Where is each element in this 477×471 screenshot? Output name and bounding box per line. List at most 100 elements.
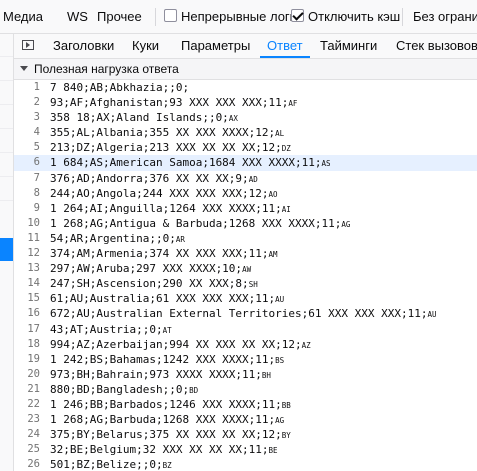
line-country-code: SH bbox=[248, 280, 258, 290]
line-number: 7 bbox=[33, 171, 40, 184]
tab-headers[interactable]: Заголовки bbox=[53, 34, 114, 58]
line-country-code: BZ bbox=[162, 461, 172, 471]
request-row-divider bbox=[0, 128, 13, 129]
request-row-divider bbox=[0, 56, 13, 57]
line-number: 24 bbox=[27, 428, 40, 441]
line-country-code: AM bbox=[268, 250, 278, 260]
toolbar-divider bbox=[155, 8, 156, 26]
line-number: 14 bbox=[27, 277, 40, 290]
line-number: 15 bbox=[27, 292, 40, 305]
line-content: 213;DZ;Algeria;213 XXX XX XX XX;12; bbox=[50, 141, 282, 155]
line-content: 501;BZ;Belize;;0; bbox=[50, 458, 163, 471]
line-content: 374;AM;Armenia;374 XX XXX XXX;11; bbox=[50, 247, 269, 261]
response-code-viewer[interactable]: 1 7 840;AB;Abkhazia;;0; 2 93;AF;Afghanistan… bbox=[14, 80, 477, 471]
line-text: 501;BZ;Belize;;0;BZ bbox=[50, 457, 172, 471]
line-text: 93;AF;Afghanistan;93 XXX XXX XXX;11;AF bbox=[50, 95, 297, 111]
line-content: 355;AL;Albania;355 XX XXX XXXX;12; bbox=[50, 126, 276, 140]
line-number: 2 bbox=[33, 96, 40, 109]
line-text: 297;AW;Aruba;297 XXX XXXX;10;AW bbox=[50, 261, 251, 277]
line-country-code: AO bbox=[268, 189, 278, 199]
line-country-code: BS bbox=[275, 355, 285, 365]
filter-other-button[interactable]: Прочее bbox=[97, 0, 142, 33]
line-country-code: BH bbox=[261, 370, 271, 380]
code-line: 20 973;BH;Bahrain;973 XXXX XXXX;11;BH bbox=[14, 367, 477, 382]
code-line: 23 1 268;AG;Barbuda;1268 XXX XXXX;11;AG bbox=[14, 412, 477, 427]
code-line: 3 358 18;AX;Aland Islands;;0;AX bbox=[14, 110, 477, 125]
code-line: 15 61;AU;Australia;61 XXX XXX XXX;11;AU bbox=[14, 291, 477, 306]
toggle-panel-icon[interactable] bbox=[22, 40, 34, 50]
line-content: 43;AT;Austria;;0; bbox=[50, 322, 163, 336]
line-country-code: AG bbox=[341, 219, 351, 229]
line-number: 23 bbox=[27, 413, 40, 426]
line-number: 19 bbox=[27, 352, 40, 365]
filter-media-button[interactable]: Медиа bbox=[3, 0, 43, 33]
code-line: 9 1 264;AI;Anguilla;1264 XXX XXXX;11;AI bbox=[14, 201, 477, 216]
line-text: 61;AU;Australia;61 XXX XXX XXX;11;AU bbox=[50, 291, 284, 307]
line-number: 26 bbox=[27, 458, 40, 471]
disable-cache-checkbox[interactable] bbox=[291, 9, 304, 22]
line-number: 11 bbox=[27, 231, 40, 244]
tab-params[interactable]: Параметры bbox=[181, 34, 250, 58]
tab-response[interactable]: Ответ bbox=[267, 34, 303, 58]
code-line: 5 213;DZ;Algeria;213 XXX XX XX XX;12;DZ bbox=[14, 140, 477, 155]
line-content: 1 684;AS;American Samoa;1684 XXX XXXX;11… bbox=[50, 156, 322, 170]
line-country-code: AF bbox=[288, 99, 298, 109]
code-line: 8 244;AO;Angola;244 XXX XXX XXX;12;AO bbox=[14, 186, 477, 201]
selected-request-row[interactable] bbox=[0, 238, 13, 261]
line-text: 43;AT;Austria;;0;AT bbox=[50, 322, 172, 338]
code-line: 24 375;BY;Belarus;375 XX XXX XX XX;12;BY bbox=[14, 427, 477, 442]
tab-cookies[interactable]: Куки bbox=[132, 34, 159, 58]
line-country-code: AD bbox=[248, 174, 258, 184]
request-list-panel bbox=[0, 34, 14, 471]
line-text: 32;BE;Belgium;32 XXX XX XX XX;11;BE bbox=[50, 442, 278, 458]
line-content: 1 268;AG;Barbuda;1268 XXX XXXX;11; bbox=[50, 413, 276, 427]
code-line: 6 1 684;AS;American Samoa;1684 XXX XXXX;1… bbox=[14, 155, 477, 171]
line-text: 1 264;AI;Anguilla;1264 XXX XXXX;11;AI bbox=[50, 201, 291, 217]
line-country-code: AZ bbox=[301, 340, 311, 350]
code-line: 10 1 268;AG;Antigua & Barbuda;1268 XXX XX… bbox=[14, 216, 477, 231]
line-country-code: DZ bbox=[281, 144, 291, 154]
request-row-divider bbox=[0, 200, 13, 201]
line-country-code: AL bbox=[275, 129, 285, 139]
line-text: 375;BY;Belarus;375 XX XXX XX XX;12;BY bbox=[50, 427, 291, 443]
line-text: 1 242;BS;Bahamas;1242 XXX XXXX;11;BS bbox=[50, 352, 284, 368]
line-country-code: BB bbox=[281, 400, 291, 410]
line-text: 994;AZ;Azerbaijan;994 XX XXX XX XX;12;AZ bbox=[50, 337, 311, 353]
collapse-twisty-icon[interactable] bbox=[20, 66, 28, 71]
line-content: 375;BY;Belarus;375 XX XXX XX XX;12; bbox=[50, 428, 282, 442]
filter-ws-button[interactable]: WS bbox=[67, 0, 88, 33]
code-line: 16 672;AU;Australian External Territories… bbox=[14, 306, 477, 321]
line-content: 1 242;BS;Bahamas;1242 XXX XXXX;11; bbox=[50, 352, 276, 366]
toolbar-divider bbox=[402, 8, 403, 26]
line-number: 4 bbox=[33, 126, 40, 139]
line-number: 18 bbox=[27, 337, 40, 350]
code-line: 11 54;AR;Argentina;;0;AR bbox=[14, 231, 477, 246]
persist-logs-checkbox[interactable] bbox=[164, 9, 177, 22]
line-text: 358 18;AX;Aland Islands;;0;AX bbox=[50, 110, 238, 126]
tab-timings[interactable]: Тайминги bbox=[320, 34, 377, 58]
throttling-select[interactable]: Без огранич bbox=[413, 0, 477, 33]
network-toolbar: Медиа WS Прочее Непрерывные логи Отключи… bbox=[0, 0, 477, 34]
devtools-network-window: Медиа WS Прочее Непрерывные логи Отключи… bbox=[0, 0, 477, 471]
response-payload-title: Полезная нагрузка ответа bbox=[34, 62, 179, 76]
line-country-code: AU bbox=[275, 295, 285, 305]
code-line: 2 93;AF;Afghanistan;93 XXX XXX XXX;11;AF bbox=[14, 95, 477, 110]
line-content: 880;BD;Bangladesh;;0; bbox=[50, 382, 190, 396]
line-text: 7 840;AB;Abkhazia;;0; bbox=[50, 80, 189, 95]
line-content: 297;AW;Aruba;297 XXX XXXX;10; bbox=[50, 262, 243, 276]
line-country-code: AS bbox=[321, 159, 331, 169]
tab-stack-trace[interactable]: Стек вызовов bbox=[396, 34, 477, 58]
line-number: 17 bbox=[27, 322, 40, 335]
line-text: 880;BD;Bangladesh;;0;BD bbox=[50, 382, 198, 398]
line-number: 10 bbox=[27, 216, 40, 229]
line-country-code: AX bbox=[228, 114, 238, 124]
line-content: 93;AF;Afghanistan;93 XXX XXX XXX;11; bbox=[50, 96, 289, 110]
code-line: 7 376;AD;Andorra;376 XX XX XX;9;AD bbox=[14, 171, 477, 186]
disable-cache-label[interactable]: Отключить кэш bbox=[308, 0, 400, 33]
line-text: 973;BH;Bahrain;973 XXXX XXXX;11;BH bbox=[50, 367, 271, 383]
response-payload-header[interactable]: Полезная нагрузка ответа bbox=[14, 59, 477, 80]
code-line: 1 7 840;AB;Abkhazia;;0; bbox=[14, 80, 477, 95]
request-row-divider bbox=[0, 80, 13, 81]
persist-logs-label[interactable]: Непрерывные логи bbox=[181, 0, 297, 33]
line-country-code: BD bbox=[189, 385, 199, 395]
